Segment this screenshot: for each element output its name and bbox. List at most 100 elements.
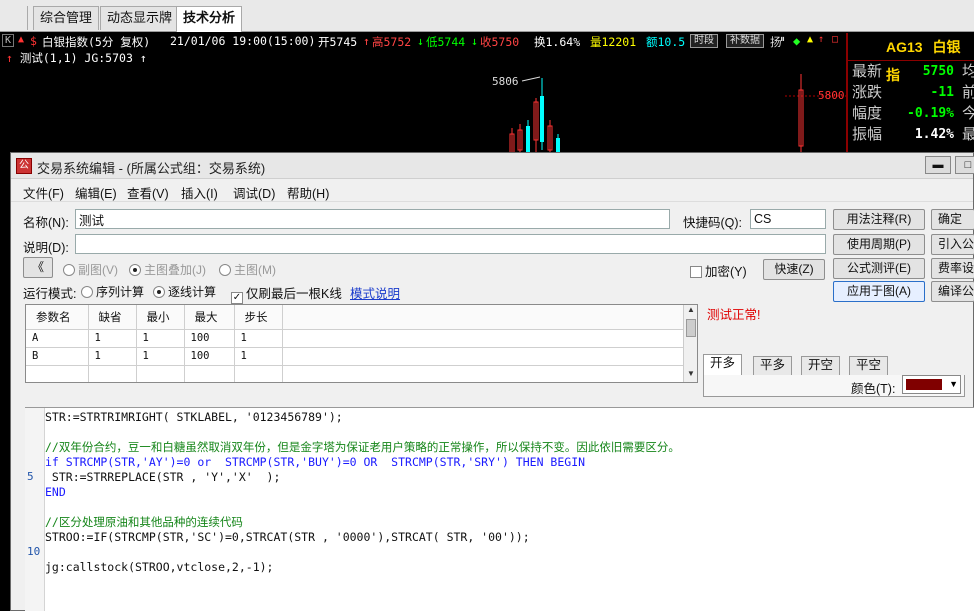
cell[interactable]: 1 xyxy=(234,347,283,366)
cell[interactable]: 100 xyxy=(184,329,235,348)
radio-main-overlay-label: 主图叠加(J) xyxy=(144,263,206,277)
radio-main-overlay[interactable]: 主图叠加(J) xyxy=(129,261,206,278)
kline-chart[interactable]: 5800 5806 xyxy=(0,50,846,160)
cell[interactable]: 1 xyxy=(88,347,137,366)
table-row[interactable] xyxy=(26,365,684,382)
table-scrollbar[interactable]: ▲ ▼ xyxy=(683,305,697,382)
quote-label: 涨跌 xyxy=(852,84,883,101)
test-status-message: 测试正常! xyxy=(707,308,761,322)
col-param-name: 参数名 xyxy=(26,305,89,330)
minimize-button[interactable]: ▬ xyxy=(925,156,951,174)
color-swatch xyxy=(906,379,942,390)
tab-open-long[interactable]: 开多 xyxy=(703,354,743,375)
quote-low: 低5744 xyxy=(426,35,466,49)
workspace-tab-bar: 综合管理 动态显示牌 技术分析 xyxy=(0,0,974,32)
usage-period-button[interactable]: 使用周期(P) xyxy=(833,234,925,255)
period-button[interactable]: 时段 xyxy=(690,34,718,48)
dialog-title: 交易系统编辑 - (所属公式组：交易系统) xyxy=(37,161,266,176)
minimize-chart-icon[interactable]: □ xyxy=(832,34,838,45)
parameter-table[interactable]: 参数名 缺省 最小 最大 步长 A 1 1 100 1 B 1 1 100 1 … xyxy=(25,304,698,383)
cell[interactable] xyxy=(88,365,137,382)
mode-help-link[interactable]: 模式说明 xyxy=(350,283,400,302)
radio-subchart[interactable]: 副图(V) xyxy=(63,261,118,278)
color-select[interactable]: ▼ xyxy=(902,375,961,394)
period-arrow-icon[interactable]: ▲ xyxy=(18,34,24,45)
table-row[interactable]: B 1 1 100 1 xyxy=(26,347,684,366)
col-default: 缺省 xyxy=(88,305,137,330)
right-quote-panel: AG13 白银指 最新 5750 均 涨跌 -11 前 幅度 -0.19% 今 … xyxy=(846,33,974,163)
col-step: 步长 xyxy=(234,305,283,330)
k-period-icon[interactable]: K xyxy=(2,34,15,47)
encrypt-checkbox[interactable]: 加密(Y) xyxy=(690,261,747,280)
last-bar-checkbox[interactable]: ✓ 仅刷最后一根K线 xyxy=(231,283,342,304)
col-min: 最小 xyxy=(136,305,185,330)
radio-mainchart[interactable]: 主图(M) xyxy=(219,261,276,278)
scroll-down-icon[interactable]: ▼ xyxy=(684,369,697,382)
cell[interactable]: 1 xyxy=(136,329,185,348)
up-triangle-icon[interactable]: ▲ xyxy=(807,34,813,45)
maximize-button[interactable]: □ xyxy=(955,156,974,174)
line-number: 10 xyxy=(27,545,41,558)
collapse-button[interactable]: 《 xyxy=(23,257,53,278)
tab-open-short[interactable]: 开空 xyxy=(801,356,841,375)
syntax-help-button[interactable]: 用法注释(R) xyxy=(833,209,925,230)
cell[interactable]: 100 xyxy=(184,347,235,366)
menu-view[interactable]: 查看(V) xyxy=(127,183,169,202)
code-line: STROO:=IF(STRCMP(STR,'SC')=0,STRCAT(STR … xyxy=(45,530,530,544)
tab-close-long[interactable]: 平多 xyxy=(753,356,793,375)
code-line: jg:callstock(STROO,vtclose,2,-1); xyxy=(45,560,274,574)
menu-debug[interactable]: 调试(D) xyxy=(233,183,275,202)
radio-sequential[interactable]: 序列计算 xyxy=(81,283,144,300)
cell xyxy=(282,329,684,348)
contract-code: AG13 xyxy=(886,39,923,55)
radio-per-bar[interactable]: 逐线计算 xyxy=(153,283,216,300)
shortcut-field[interactable] xyxy=(750,209,826,229)
formula-test-button[interactable]: 公式测评(E) xyxy=(833,258,925,279)
description-field[interactable] xyxy=(75,234,826,254)
red-arrow-icon[interactable]: ↑ xyxy=(818,34,824,45)
scroll-thumb[interactable] xyxy=(686,319,696,337)
menu-insert[interactable]: 插入(I) xyxy=(181,183,218,202)
table-row[interactable]: A 1 1 100 1 xyxy=(26,329,684,348)
ok-button[interactable]: 确定 xyxy=(931,209,974,230)
code-line: ​ xyxy=(45,500,680,515)
candles xyxy=(509,74,804,160)
up-arrow-icon: ↑ xyxy=(363,34,370,48)
tab-close-short[interactable]: 平空 xyxy=(849,356,889,375)
green-diamond-icon[interactable]: ◆ xyxy=(793,34,800,48)
cell[interactable] xyxy=(26,365,89,382)
name-field[interactable] xyxy=(75,209,670,229)
code-editor[interactable]: 5 10 STR:=STRTRIMRIGHT( STKLABEL, '01234… xyxy=(25,407,974,611)
quote-row-change: 涨跌 -11 前 xyxy=(848,82,974,103)
compile-formula-button[interactable]: 编译公 xyxy=(931,281,974,302)
price-axis-label: 5800 xyxy=(818,89,845,102)
tab-technical-analysis[interactable]: 技术分析 xyxy=(176,6,243,32)
menu-file[interactable]: 文件(F) xyxy=(23,183,64,202)
menu-edit[interactable]: 编辑(E) xyxy=(75,183,117,202)
tab-dynamic-board[interactable]: 动态显示牌 xyxy=(100,6,180,30)
cell[interactable]: 1 xyxy=(136,347,185,366)
cell[interactable]: A xyxy=(26,329,89,348)
encrypt-label: 加密(Y) xyxy=(705,265,747,279)
code-text[interactable]: STR:=STRTRIMRIGHT( STKLABEL, '0123456789… xyxy=(45,410,680,575)
quick-button[interactable]: 快速(Z) xyxy=(763,259,825,280)
code-line: ​ xyxy=(45,425,680,440)
line-number-gutter: 5 10 xyxy=(25,408,45,611)
fee-settings-button[interactable]: 费率设 xyxy=(931,258,974,279)
fill-data-button[interactable]: 补数据 xyxy=(726,34,764,48)
scroll-up-icon[interactable]: ▲ xyxy=(684,305,697,318)
apply-to-chart-button[interactable]: 应用于图(A) xyxy=(833,281,925,302)
cell[interactable] xyxy=(184,365,235,382)
import-formula-button[interactable]: 引入公 xyxy=(931,234,974,255)
cell[interactable] xyxy=(234,365,283,382)
pause-icon[interactable]: ⏸ xyxy=(780,34,785,45)
cell[interactable]: 1 xyxy=(88,329,137,348)
cell[interactable] xyxy=(136,365,185,382)
cell[interactable]: B xyxy=(26,347,89,366)
cell[interactable]: 1 xyxy=(234,329,283,348)
tab-comprehensive[interactable]: 综合管理 xyxy=(33,6,100,30)
app-icon: 公 xyxy=(16,158,32,174)
quote-value: -0.19% xyxy=(907,106,954,121)
menu-help[interactable]: 帮助(H) xyxy=(287,183,329,202)
dialog-titlebar[interactable]: 公 交易系统编辑 - (所属公式组：交易系统) ▬ □ xyxy=(11,153,974,179)
